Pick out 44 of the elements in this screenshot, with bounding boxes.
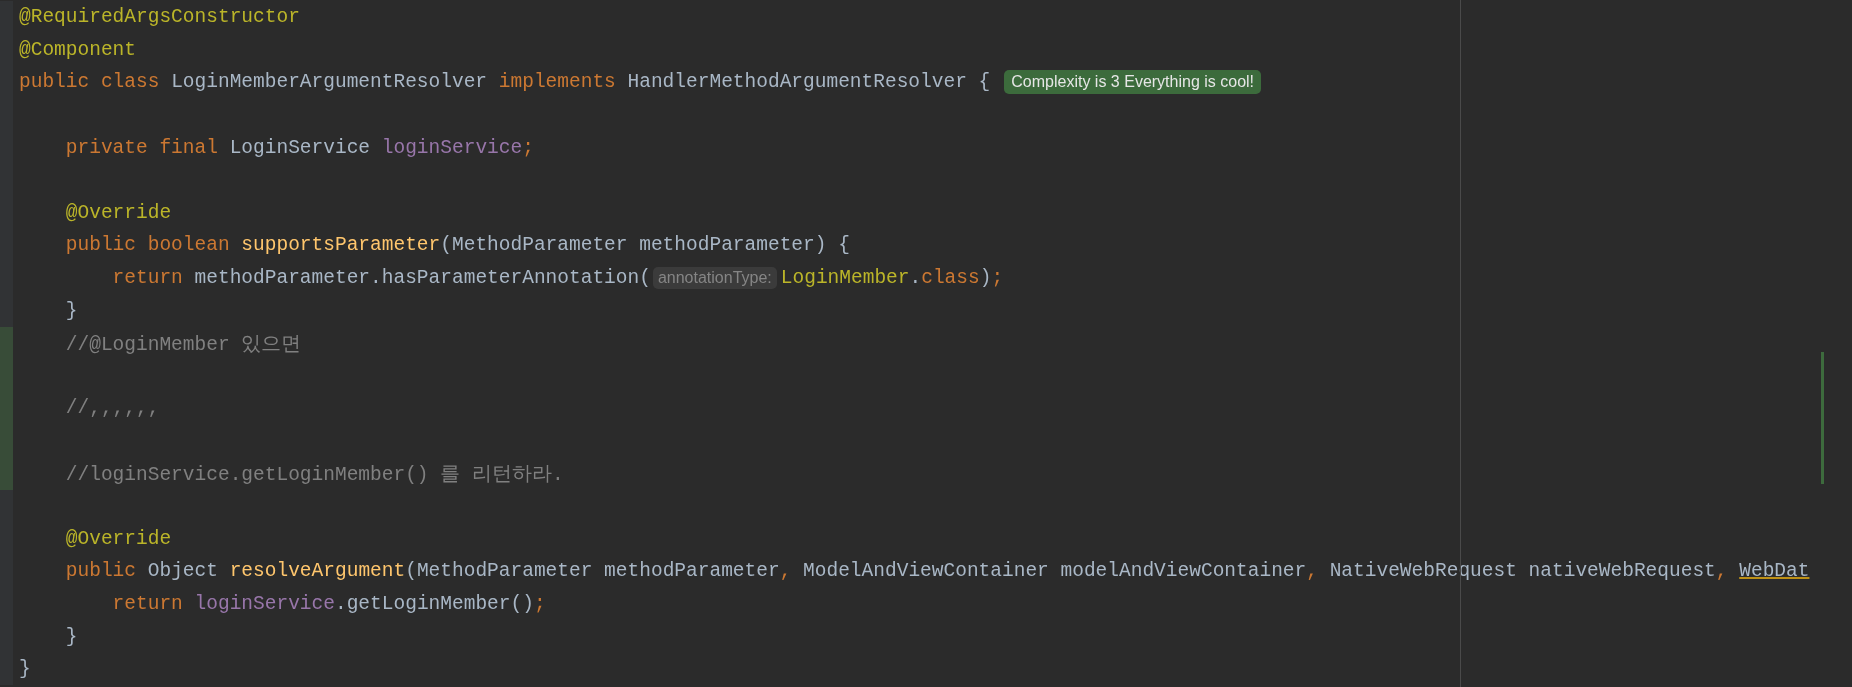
field-name: loginService xyxy=(194,593,335,615)
keyword: , xyxy=(779,560,793,583)
code-text: NativeWebRequest nativeWebRequest xyxy=(1329,560,1716,583)
keyword: , xyxy=(1715,560,1729,583)
code-comment: //,,,,,, xyxy=(64,397,160,420)
code-text: .getLoginMember() xyxy=(334,593,534,615)
keyword: ; xyxy=(533,593,546,615)
code-text: LoginService xyxy=(229,136,372,159)
keyword: public class xyxy=(19,71,161,94)
method-name: resolveArgument xyxy=(229,560,406,583)
parameter-hint: annotationType: xyxy=(652,267,777,290)
code-text: ) xyxy=(979,267,992,290)
annotation: @Component xyxy=(19,38,137,61)
keyword: ; xyxy=(991,267,1004,290)
field-name: loginService xyxy=(381,136,523,159)
code-text: HandlerMethodArgumentResolver { xyxy=(627,71,991,94)
code-text: (MethodParameter methodParameter xyxy=(405,560,780,583)
method-name: supportsParameter xyxy=(241,234,441,257)
keyword: return xyxy=(111,593,184,615)
complexity-badge: Complexity is 3 Everything is cool! xyxy=(1004,70,1262,95)
code-text: } xyxy=(19,658,31,681)
keyword: private final xyxy=(64,136,219,159)
annotation: @RequiredArgsConstructor xyxy=(19,6,300,29)
keyword: implements xyxy=(498,71,617,94)
keyword: public boolean xyxy=(64,234,231,257)
keyword: , xyxy=(1306,560,1319,583)
code-text: } xyxy=(64,625,78,648)
code-text: . xyxy=(909,267,922,290)
code-text: } xyxy=(64,299,78,322)
keyword: ; xyxy=(522,136,534,159)
code-text: WebDat xyxy=(1739,560,1810,583)
code-text: methodParameter.hasParameterAnnotation( xyxy=(194,267,651,290)
keyword: public xyxy=(64,560,138,583)
code-text: LoginMemberArgumentResolver xyxy=(171,71,489,94)
annotation: LoginMember xyxy=(780,267,910,290)
code-text: Object xyxy=(147,560,219,583)
annotation: @Override xyxy=(64,527,172,550)
code-text: ModelAndViewContainer modelAndViewContainer xyxy=(803,560,1307,583)
keyword: class xyxy=(921,267,980,290)
code-comment: //@LoginMember 있으면 xyxy=(64,332,302,357)
code-text: (MethodParameter methodParameter) { xyxy=(440,234,850,257)
keyword: return xyxy=(111,267,184,290)
annotation: @Override xyxy=(64,201,172,224)
code-comment: //loginService.getLoginMember() 를 리턴하라. xyxy=(64,463,564,488)
